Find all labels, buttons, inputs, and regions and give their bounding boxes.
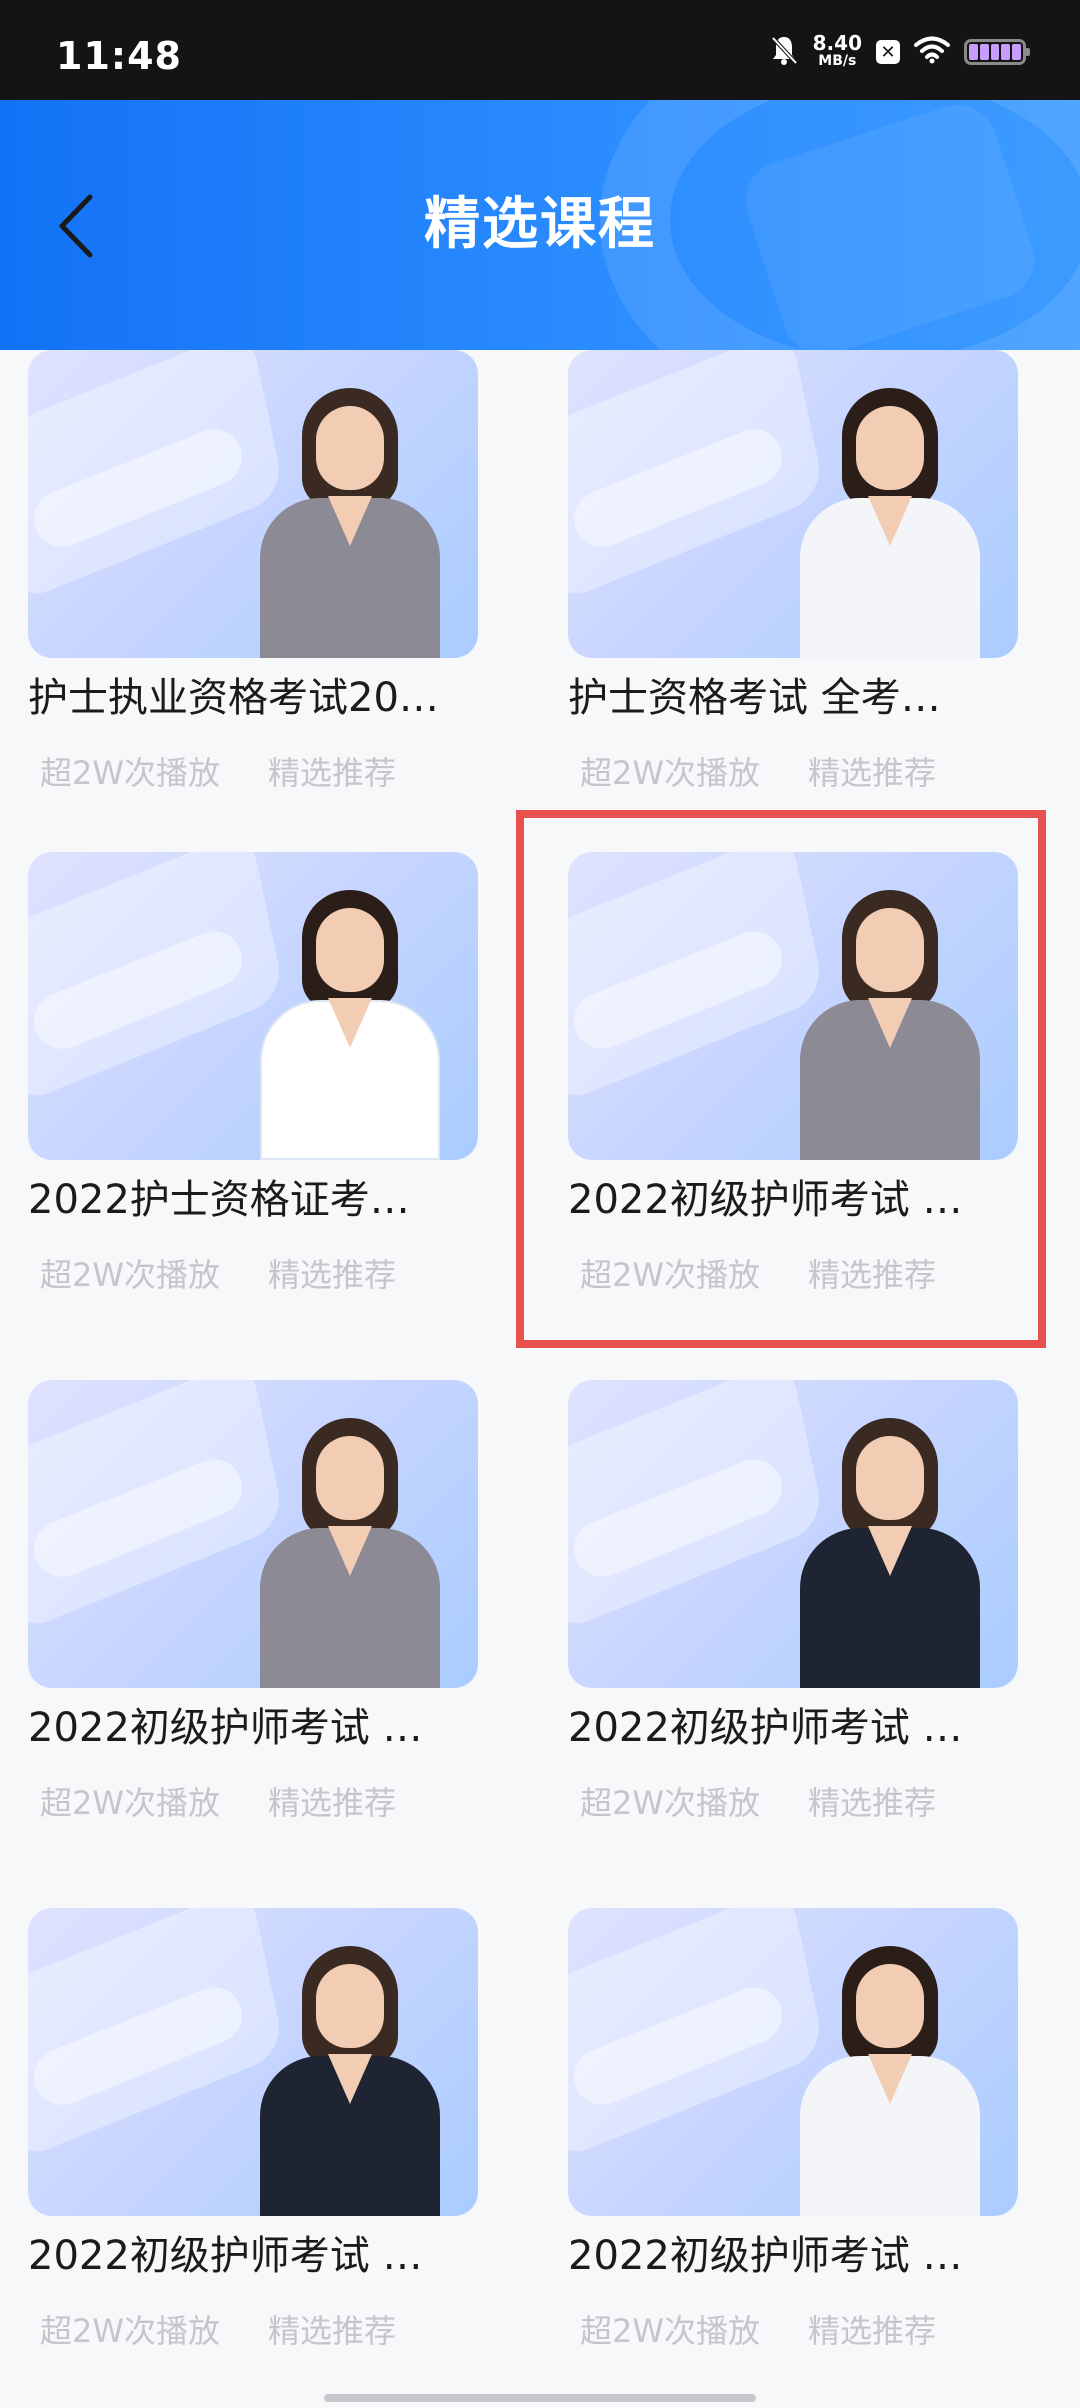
course-thumbnail (568, 1908, 1018, 2216)
recommend-tag: 精选推荐 (808, 754, 937, 792)
instructor-figure (250, 388, 450, 658)
instructor-figure (250, 890, 450, 1160)
course-meta: 超2W次播放 精选推荐 (40, 1778, 396, 1824)
network-speed: 8.40 MB/s (812, 31, 862, 70)
status-time: 11:48 (56, 34, 182, 78)
play-count: 超2W次播放 (580, 1256, 761, 1294)
recommend-tag: 精选推荐 (268, 754, 397, 792)
course-meta: 超2W次播放 精选推荐 (580, 1250, 936, 1296)
instructor-figure (790, 388, 990, 658)
course-card[interactable]: 2022初级护师考试 … 超2W次播放 精选推荐 (568, 1908, 1018, 2408)
course-title: 2022初级护师考试 … (568, 1705, 963, 1751)
course-title: 2022护士资格证考… (28, 1177, 410, 1223)
course-title: 2022初级护师考试 … (28, 2233, 423, 2279)
course-card[interactable]: 2022初级护师考试 … 超2W次播放 精选推荐 (28, 1380, 478, 1880)
chevron-left-icon (59, 194, 93, 258)
play-count: 超2W次播放 (40, 1784, 221, 1822)
course-card[interactable]: 护士执业资格考试20… 超2W次播放 精选推荐 (28, 350, 478, 850)
course-card[interactable]: 2022初级护师考试 … 超2W次播放 精选推荐 (28, 1908, 478, 2408)
course-title: 2022初级护师考试 … (568, 1177, 963, 1223)
course-thumbnail (568, 350, 1018, 658)
play-count: 超2W次播放 (580, 2312, 761, 2350)
course-thumbnail (28, 852, 478, 1160)
course-card[interactable]: 2022初级护师考试 … 超2W次播放 精选推荐 (568, 1380, 1018, 1880)
instructor-figure (790, 1418, 990, 1688)
course-meta: 超2W次播放 精选推荐 (40, 1250, 396, 1296)
status-bar: 11:48 8.40 MB/s ✕ (0, 0, 1080, 100)
course-thumbnail (568, 1380, 1018, 1688)
play-count: 超2W次播放 (580, 754, 761, 792)
course-meta: 超2W次播放 精选推荐 (580, 748, 936, 794)
course-thumbnail (28, 1380, 478, 1688)
course-meta: 超2W次播放 精选推荐 (40, 748, 396, 794)
wifi-icon (914, 36, 950, 68)
course-meta: 超2W次播放 精选推荐 (580, 1778, 936, 1824)
instructor-figure (250, 1418, 450, 1688)
instructor-figure (790, 890, 990, 1160)
network-speed-unit: MB/s (818, 53, 857, 69)
back-button[interactable] (36, 186, 116, 266)
course-thumbnail (568, 852, 1018, 1160)
bell-muted-icon (769, 34, 799, 70)
recommend-tag: 精选推荐 (268, 1256, 397, 1294)
header-bar: 精选课程 (0, 100, 1080, 350)
play-count: 超2W次播放 (40, 1256, 221, 1294)
instructor-figure (250, 1946, 450, 2216)
recommend-tag: 精选推荐 (808, 2312, 937, 2350)
status-icons: 8.40 MB/s ✕ (769, 30, 1030, 74)
course-meta: 超2W次播放 精选推荐 (580, 2306, 936, 2352)
x-app-icon: ✕ (876, 40, 900, 64)
course-card[interactable]: 护士资格考试 全考… 超2W次播放 精选推荐 (568, 350, 1018, 850)
play-count: 超2W次播放 (40, 2312, 221, 2350)
instructor-figure (790, 1946, 990, 2216)
recommend-tag: 精选推荐 (808, 1256, 937, 1294)
course-grid[interactable]: 护士执业资格考试20… 超2W次播放 精选推荐 护士资格考试 全考… 超2W次播… (0, 350, 1080, 2408)
course-card-highlighted[interactable]: 2022初级护师考试 … 超2W次播放 精选推荐 (568, 852, 1018, 1352)
recommend-tag: 精选推荐 (268, 1784, 397, 1822)
course-title: 2022初级护师考试 … (28, 1705, 423, 1751)
battery-icon (964, 39, 1030, 65)
play-count: 超2W次播放 (580, 1784, 761, 1822)
course-thumbnail (28, 350, 478, 658)
course-title: 护士执业资格考试20… (28, 675, 439, 721)
course-meta: 超2W次播放 精选推荐 (40, 2306, 396, 2352)
play-count: 超2W次播放 (40, 754, 221, 792)
network-speed-value: 8.40 (812, 31, 862, 55)
recommend-tag: 精选推荐 (268, 2312, 397, 2350)
recommend-tag: 精选推荐 (808, 1784, 937, 1822)
course-title: 护士资格考试 全考… (568, 675, 941, 721)
course-title: 2022初级护师考试 … (568, 2233, 963, 2279)
course-card[interactable]: 2022护士资格证考… 超2W次播放 精选推荐 (28, 852, 478, 1352)
course-thumbnail (28, 1908, 478, 2216)
home-indicator[interactable] (324, 2394, 756, 2402)
